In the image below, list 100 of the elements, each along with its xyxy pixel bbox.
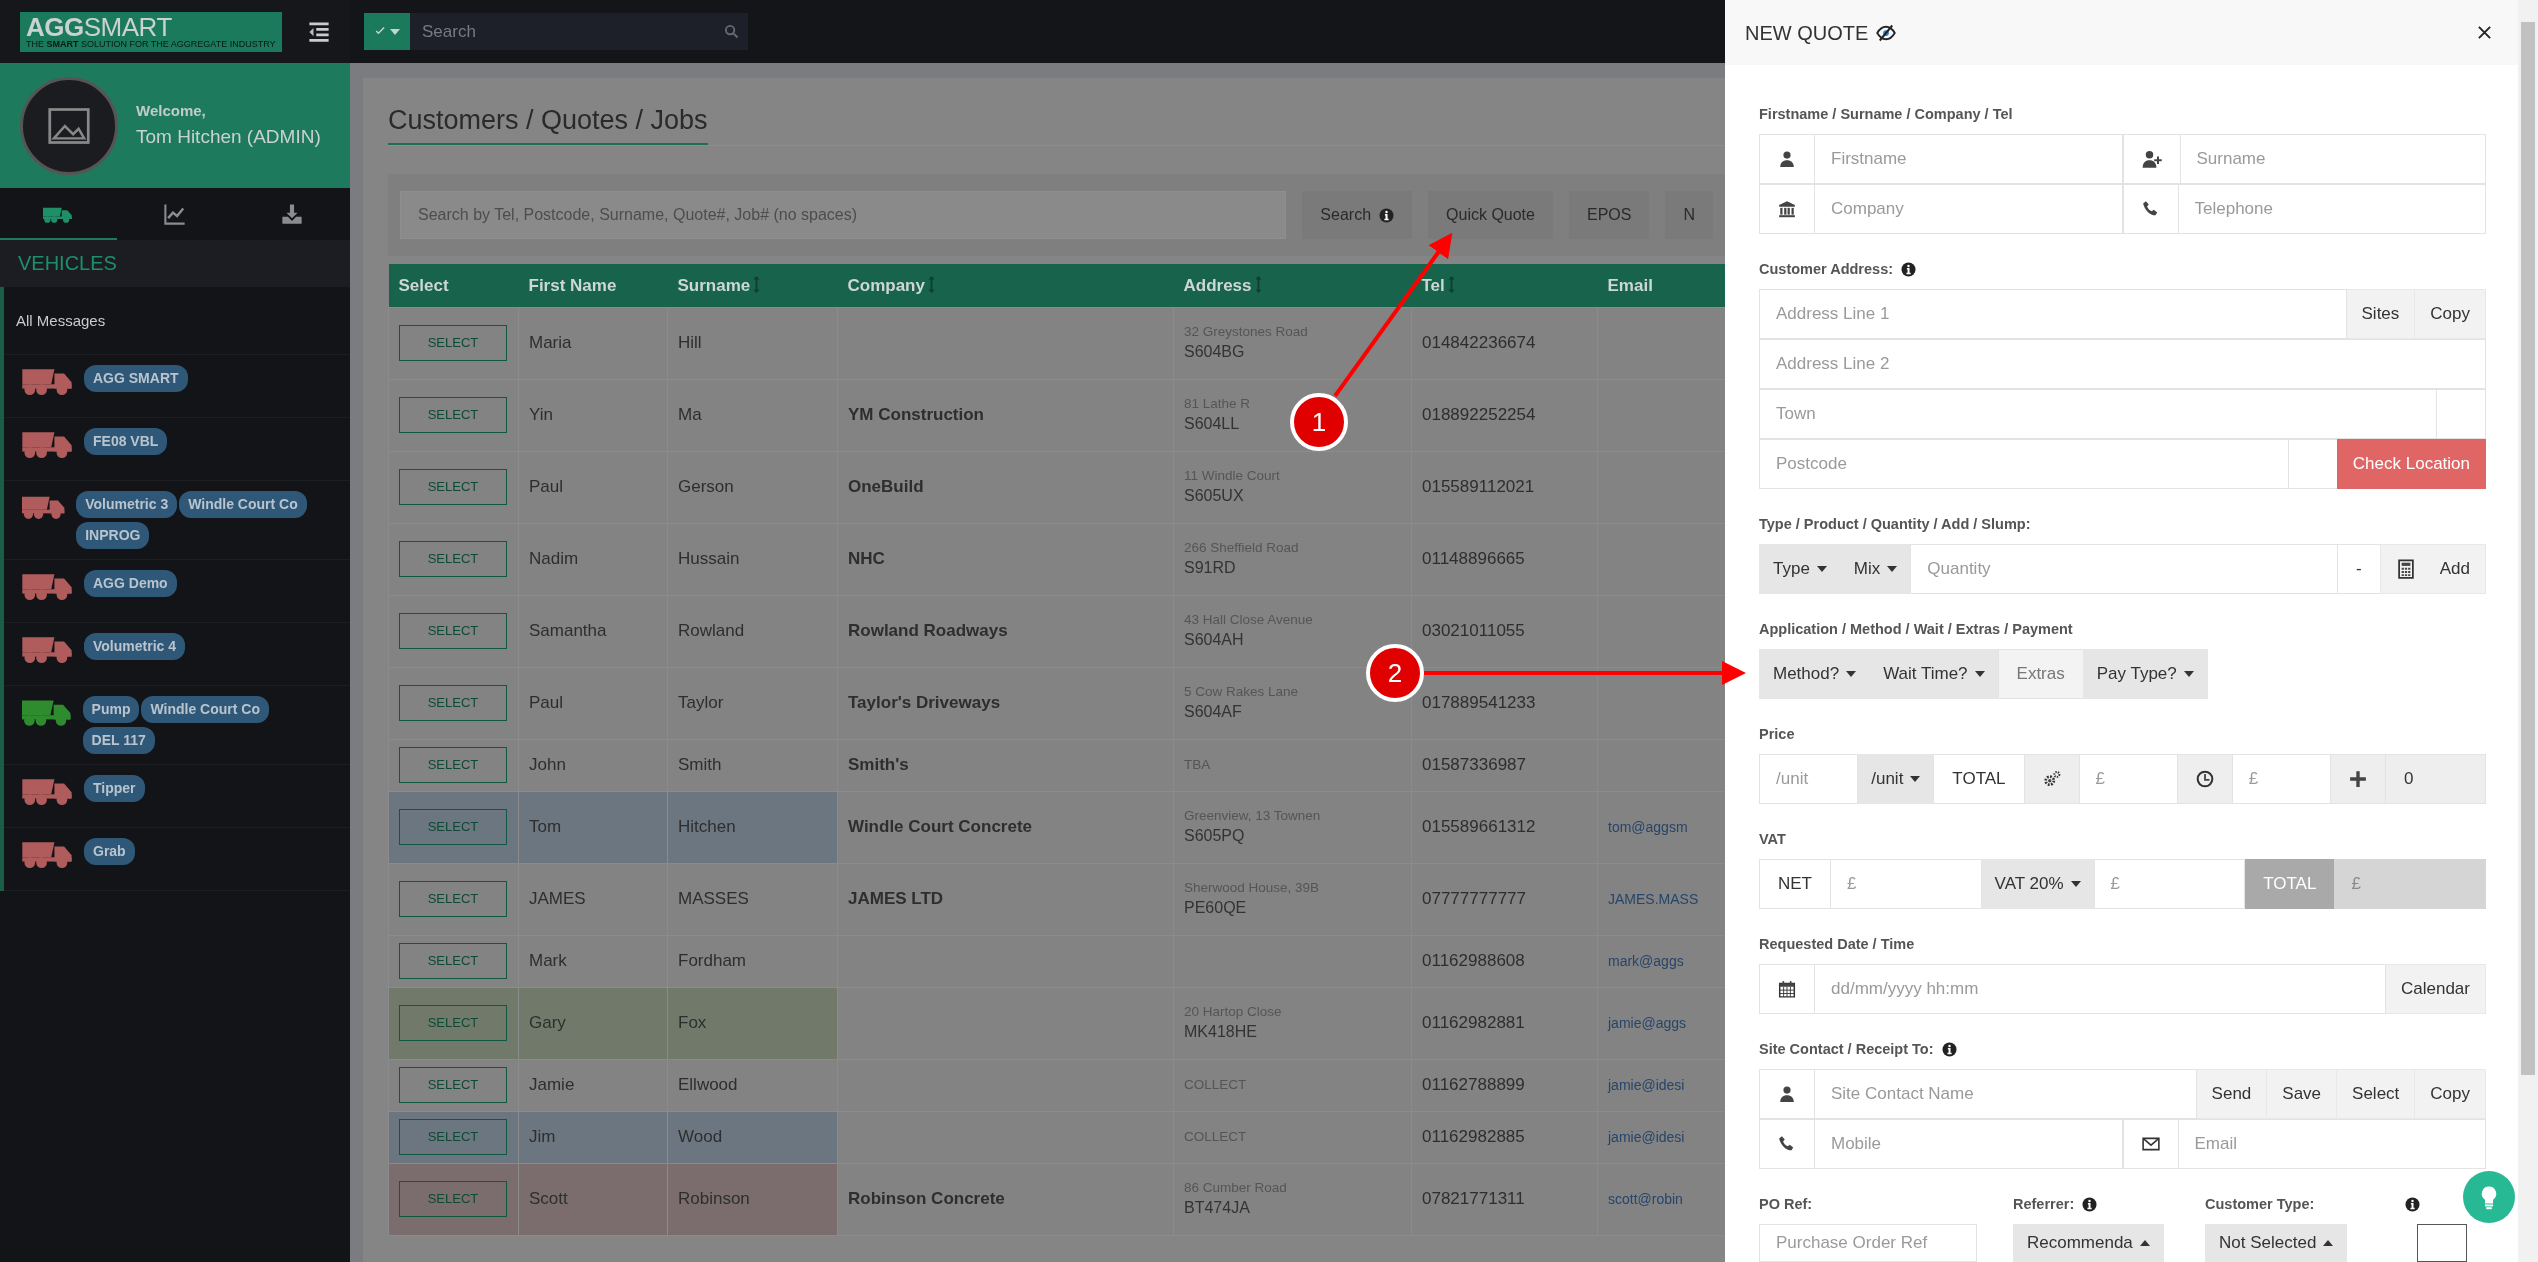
dropdown-button[interactable]: Pay Type?: [2082, 649, 2208, 699]
vehicle-tag: Windle Court Co: [141, 696, 269, 723]
select-button[interactable]: SELECT: [399, 1005, 507, 1041]
email-link[interactable]: jamie@aggs: [1608, 1015, 1687, 1032]
email-link[interactable]: mark@aggs: [1608, 953, 1684, 970]
add-button[interactable]: Add: [2379, 544, 2486, 594]
button[interactable]: Copy: [2414, 289, 2486, 339]
column-header[interactable]: Company: [847, 275, 925, 295]
email-link[interactable]: jamie@idesi: [1608, 1077, 1685, 1094]
table-cell: JAMES LTD: [837, 863, 1174, 935]
menu-icon[interactable]: [308, 20, 330, 43]
button[interactable]: Copy: [2414, 1069, 2486, 1119]
status-dropdown-button[interactable]: [364, 13, 410, 50]
input-box[interactable]: [2417, 1224, 2467, 1262]
select-button[interactable]: SELECT: [399, 1119, 507, 1155]
table-cell: Mark: [518, 935, 668, 987]
select-button[interactable]: SELECT: [399, 943, 507, 979]
quantity-field[interactable]: Quantity: [1910, 544, 2339, 594]
town-field[interactable]: Town: [1759, 389, 2437, 439]
email-link[interactable]: jamie@idesi: [1608, 1129, 1685, 1146]
sort-icon[interactable]: [1447, 275, 1455, 293]
select-button[interactable]: SELECT: [399, 613, 507, 649]
mobile-field[interactable]: Mobile: [1814, 1119, 2123, 1169]
logo[interactable]: AGGSMART THE SMART SOLUTION FOR THE AGGREGATE INDUSTRY: [20, 11, 282, 52]
dropdown-button[interactable]: /unit: [1857, 754, 1935, 804]
vehicle-item[interactable]: Grab: [4, 828, 350, 891]
vehicle-item[interactable]: AGG SMART: [4, 355, 350, 418]
dropdown-button[interactable]: Mix: [1839, 544, 1912, 594]
email-link[interactable]: scott@robin: [1608, 1191, 1683, 1208]
dropdown-button[interactable]: Type: [1759, 544, 1841, 594]
select-button[interactable]: SELECT: [399, 397, 507, 433]
total-addon: TOTAL: [2244, 859, 2336, 909]
select-button[interactable]: SELECT: [399, 747, 507, 783]
unit-price-field[interactable]: /unit: [1759, 754, 1859, 804]
price-field[interactable]: £: [2078, 754, 2178, 804]
vehicle-item[interactable]: Volumetric 4: [4, 623, 350, 686]
sort-icon[interactable]: [927, 275, 935, 293]
vehicle-item[interactable]: Tipper: [4, 765, 350, 828]
postcode-field[interactable]: Postcode: [1759, 439, 2289, 489]
firstname-field[interactable]: Firstname: [1814, 134, 2123, 184]
telephone-field[interactable]: Telephone: [2177, 184, 2486, 234]
dropdown-button[interactable]: Wait Time?: [1869, 649, 1999, 699]
button[interactable]: Sites: [2345, 289, 2416, 339]
email-link[interactable]: tom@aggsm: [1608, 819, 1688, 836]
close-icon[interactable]: [2477, 25, 2492, 40]
select-button[interactable]: SELECT: [399, 881, 507, 917]
vehicle-item[interactable]: Volumetric 3 Windle Court Co INPROG: [4, 481, 350, 560]
search-button[interactable]: Search: [1302, 191, 1413, 239]
column-header[interactable]: Address: [1183, 275, 1252, 295]
dropdown-button[interactable]: Recommenda: [2013, 1224, 2164, 1262]
vehicle-item[interactable]: FE08 VBL: [4, 418, 350, 481]
action-button[interactable]: EPOS: [1568, 191, 1650, 239]
vehicle-tag: DEL 117: [82, 727, 155, 754]
sort-icon[interactable]: [753, 275, 761, 293]
all-messages-item[interactable]: All Messages: [4, 287, 350, 355]
table-cell: 01148896665: [1411, 523, 1598, 595]
vehicle-tag: FE08 VBL: [84, 428, 168, 455]
dropdown-button[interactable]: Not Selected: [2205, 1224, 2348, 1262]
dropdown-button[interactable]: VAT 20%: [1980, 859, 2095, 909]
vat-field[interactable]: £: [2093, 859, 2246, 909]
table-cell: Rowland: [667, 595, 838, 667]
button[interactable]: Send: [2195, 1069, 2268, 1119]
email-field[interactable]: Email: [2177, 1119, 2486, 1169]
caret-icon: [1846, 671, 1857, 678]
action-button[interactable]: N: [1665, 191, 1713, 239]
surname-field[interactable]: Surname: [2179, 134, 2486, 184]
customer-search-field[interactable]: Search by Tel, Postcode, Surname, Quote#, Job# (no spaces): [400, 191, 1287, 239]
net-field[interactable]: £: [1830, 859, 1982, 909]
caret-icon: [2139, 1240, 2150, 1247]
price-field[interactable]: £: [2231, 754, 2331, 804]
scrollbar[interactable]: [2518, 0, 2538, 1262]
po-field[interactable]: Purchase Order Ref: [1759, 1224, 1977, 1262]
select-button[interactable]: SELECT: [399, 685, 507, 721]
button[interactable]: Check Location: [2336, 439, 2486, 489]
vehicle-item[interactable]: AGG Demo: [4, 560, 350, 623]
action-button[interactable]: Quick Quote: [1428, 191, 1553, 239]
select-button[interactable]: SELECT: [399, 469, 507, 505]
select-button[interactable]: SELECT: [399, 809, 507, 845]
search-button[interactable]: [715, 13, 748, 50]
select-button[interactable]: SELECT: [399, 541, 507, 577]
select-button[interactable]: SELECT: [399, 325, 507, 361]
company-field[interactable]: Company: [1814, 184, 2123, 234]
sort-icon[interactable]: [1254, 275, 1262, 293]
address-field[interactable]: Address Line 1: [1759, 289, 2347, 339]
button[interactable]: Calendar: [2385, 964, 2486, 1014]
button[interactable]: Save: [2266, 1069, 2338, 1119]
email-link[interactable]: JAMES.MASS: [1608, 891, 1699, 908]
table-cell: 01162982881: [1411, 987, 1598, 1059]
vehicle-item[interactable]: Pump Windle Court Co DEL 117: [4, 686, 350, 765]
column-header[interactable]: Tel: [1421, 275, 1445, 295]
select-button[interactable]: SELECT: [399, 1067, 507, 1103]
contact-name-field[interactable]: Site Contact Name: [1814, 1069, 2197, 1119]
eye-slash-icon[interactable]: [1876, 22, 1897, 43]
table-cell: 01587336987: [1411, 739, 1598, 791]
dropdown-button[interactable]: Method?: [1759, 649, 1871, 699]
search-field[interactable]: Search: [410, 13, 715, 50]
vehicle-tag: Tipper: [84, 775, 145, 802]
button[interactable]: Select: [2336, 1069, 2416, 1119]
date-field[interactable]: dd/mm/yyyy hh:mm: [1814, 964, 2386, 1014]
address-field[interactable]: Address Line 2: [1759, 339, 2486, 389]
